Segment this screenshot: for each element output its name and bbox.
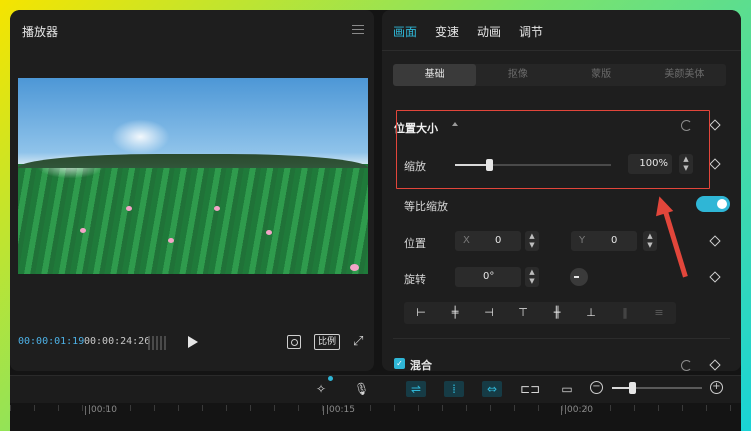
player-title: 播放器 (22, 25, 59, 39)
align-left-icon[interactable]: ⊢ (404, 302, 438, 324)
video-preview[interactable] (18, 78, 368, 274)
uniform-scale-toggle[interactable] (696, 196, 730, 212)
tab-speed[interactable]: 变速 (435, 23, 459, 40)
section-divider (393, 338, 730, 339)
position-y-stepper[interactable]: ▲ ▼ (643, 231, 657, 251)
position-label: 位置 (404, 237, 426, 250)
tab-adjust[interactable]: 调节 (519, 23, 543, 40)
rotation-knob[interactable] (570, 268, 588, 286)
screenshot-icon[interactable] (287, 335, 301, 349)
player-panel: 播放器 00:00:01:19 00:00:24:26 比例 ⤢ (10, 10, 374, 371)
collapse-caret-icon[interactable] (452, 122, 458, 126)
rotation-input[interactable]: 0° (455, 267, 521, 287)
align-center-h-icon[interactable]: ╪ (438, 302, 472, 324)
link-main-track-icon[interactable]: ⇌ (406, 381, 426, 397)
align-center-v-icon[interactable]: ╫ (540, 302, 574, 324)
subtab-mask[interactable]: 蒙版 (560, 64, 643, 86)
alignment-bar: ⊢ ╪ ⊣ ⊤ ╫ ⊥ ‖ ≡ (404, 302, 676, 324)
ruler-tick-label: |00:20 (561, 405, 593, 415)
subtab-keying[interactable]: 抠像 (476, 64, 559, 86)
scale-stepper[interactable]: ▲ ▼ (679, 154, 693, 174)
total-time: 00:00:24:26 (84, 336, 151, 347)
zoom-out-icon[interactable]: − (590, 381, 603, 394)
x-axis-label: X (463, 235, 470, 246)
tab-divider (382, 50, 741, 51)
position-x-input[interactable]: X 0 (455, 231, 521, 251)
linkage-icon[interactable]: ⇔ (482, 381, 502, 397)
zoom-slider-thumb[interactable] (629, 382, 636, 394)
player-controls: 00:00:01:19 00:00:24:26 比例 ⤢ (10, 334, 374, 351)
scale-input[interactable]: 100% (628, 154, 672, 174)
video-flower (126, 206, 132, 211)
rotation-stepper[interactable]: ▲ ▼ (525, 267, 539, 287)
position-size-title[interactable]: 位置大小 (394, 120, 438, 136)
highlight-box (396, 110, 710, 189)
keyframe-diamond-icon[interactable] (709, 119, 721, 131)
position-y-input[interactable]: Y 0 (571, 231, 637, 251)
position-x-stepper[interactable]: ▲ ▼ (525, 231, 539, 251)
microphone-icon[interactable]: 🎙 (354, 381, 369, 397)
timeline-preview-icon[interactable]: ▭ (558, 381, 576, 397)
zoom-in-icon[interactable]: + (710, 381, 723, 394)
position-y-value: 0 (611, 235, 618, 246)
ruler-tick-label: |00:15 (323, 405, 355, 415)
scale-slider[interactable] (455, 159, 611, 171)
current-time: 00:00:01:19 (18, 336, 85, 347)
split-preview-icon[interactable]: ⊏⊐ (520, 381, 540, 397)
position-x-value: 0 (495, 235, 502, 246)
subtab-beauty[interactable]: 美颜美体 (643, 64, 726, 86)
reset-icon[interactable] (681, 360, 692, 371)
video-flower (168, 238, 174, 243)
tab-animation[interactable]: 动画 (477, 23, 501, 40)
video-flower (214, 206, 220, 211)
fullscreen-icon[interactable]: ⤢ (353, 335, 367, 349)
keyframe-diamond-icon[interactable] (709, 158, 721, 170)
video-treeline (18, 154, 368, 168)
tab-picture[interactable]: 画面 (393, 23, 417, 40)
notification-dot (328, 376, 333, 381)
blend-label: 混合 (410, 359, 432, 372)
blend-checkbox[interactable]: ✓ (394, 358, 405, 369)
subtab-basic[interactable]: 基础 (393, 64, 477, 86)
picture-subtabs: 基础 抠像 蒙版 美颜美体 (393, 64, 726, 86)
rotation-label: 旋转 (404, 273, 426, 286)
property-tabs: 画面 变速 动画 调节 (393, 23, 543, 40)
video-flower (350, 264, 359, 271)
keyframe-diamond-icon[interactable] (709, 235, 721, 247)
align-top-icon[interactable]: ⊤ (506, 302, 540, 324)
zoom-slider[interactable] (612, 382, 702, 394)
menu-icon[interactable] (352, 25, 364, 35)
align-bottom-icon[interactable]: ⊥ (574, 302, 608, 324)
distribute-h-icon[interactable]: ‖ (608, 302, 642, 324)
play-icon[interactable] (188, 336, 198, 348)
timeline-ruler[interactable] (10, 403, 741, 431)
snap-icon[interactable]: ⁞ (444, 381, 464, 397)
video-flower (80, 228, 86, 233)
keyframe-diamond-icon[interactable] (709, 359, 721, 371)
uniform-scale-label: 等比缩放 (404, 200, 448, 213)
ruler-tick-label: |00:10 (85, 405, 117, 415)
scale-slider-fill (455, 164, 489, 166)
scale-slider-thumb[interactable] (486, 159, 493, 171)
video-flower (266, 230, 272, 235)
properties-panel: 画面 变速 动画 调节 基础 抠像 蒙版 美颜美体 位置大小 缩放 100% ▲… (382, 10, 741, 372)
scale-label: 缩放 (404, 160, 426, 173)
editor-window: 播放器 00:00:01:19 00:00:24:26 比例 ⤢ 画面 变速 动… (10, 10, 741, 431)
reset-icon[interactable] (681, 120, 692, 131)
keyframe-diamond-icon[interactable] (709, 271, 721, 283)
timeline-grid-icon[interactable] (148, 336, 168, 350)
align-right-icon[interactable]: ⊣ (472, 302, 506, 324)
y-axis-label: Y (579, 235, 586, 246)
distribute-v-icon[interactable]: ≡ (642, 302, 676, 324)
magic-wand-icon[interactable]: ✧ (313, 381, 329, 397)
ratio-button[interactable]: 比例 (314, 334, 341, 350)
